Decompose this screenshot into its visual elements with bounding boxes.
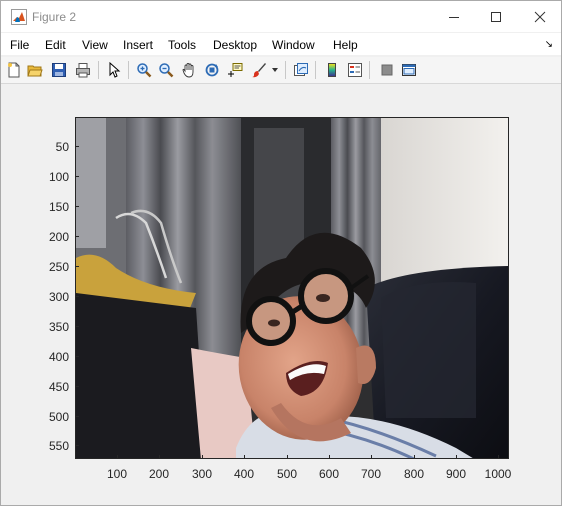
toolbar-separator xyxy=(128,61,129,79)
pan-hand-icon[interactable] xyxy=(179,60,199,80)
y-tick-mark xyxy=(75,445,79,446)
menu-edit[interactable]: Edit xyxy=(45,38,66,52)
data-cursor-icon[interactable] xyxy=(225,60,245,80)
y-tick-mark xyxy=(75,296,79,297)
title-bar[interactable]: Figure 2 xyxy=(1,1,561,32)
x-tick-label: 200 xyxy=(148,467,170,481)
x-tick-label: 500 xyxy=(276,467,298,481)
x-tick-label: 100 xyxy=(106,467,128,481)
y-tick-mark xyxy=(75,206,79,207)
x-tick-label: 400 xyxy=(233,467,255,481)
menu-file[interactable]: File xyxy=(10,38,29,52)
y-tick-label: 300 xyxy=(48,290,69,304)
maximize-button[interactable] xyxy=(473,1,519,32)
y-tick-label: 100 xyxy=(48,170,69,184)
figure-window: Figure 2 File Edit View Insert Tools Des… xyxy=(0,0,562,506)
y-tick-mark xyxy=(75,266,79,267)
y-tick-label: 250 xyxy=(48,260,69,274)
y-tick-label: 50 xyxy=(55,140,69,154)
x-tick-label: 700 xyxy=(360,467,382,481)
menu-dock-arrow-icon[interactable]: ↘ xyxy=(545,39,553,50)
y-tick-label: 450 xyxy=(48,380,69,394)
save-icon[interactable] xyxy=(49,60,69,80)
x-tick-mark xyxy=(287,455,288,459)
x-tick-mark xyxy=(202,455,203,459)
zoom-in-icon[interactable] xyxy=(134,60,154,80)
y-tick-mark xyxy=(75,146,79,147)
y-tick-mark xyxy=(75,236,79,237)
toolbar-separator xyxy=(98,61,99,79)
x-tick-label: 600 xyxy=(318,467,340,481)
menu-bar: File Edit View Insert Tools Desktop Wind… xyxy=(1,33,561,55)
show-plot-tools-icon[interactable] xyxy=(399,60,419,80)
y-tick-mark xyxy=(75,176,79,177)
menu-window[interactable]: Window xyxy=(272,38,315,52)
figure-toolbar xyxy=(1,57,561,84)
x-tick-mark xyxy=(159,455,160,459)
webcam-image xyxy=(76,118,508,458)
maximize-icon xyxy=(491,11,501,22)
zoom-out-icon[interactable] xyxy=(156,60,176,80)
x-tick-mark xyxy=(117,455,118,459)
x-tick-label: 900 xyxy=(445,467,467,481)
window-title: Figure 2 xyxy=(32,10,77,24)
brush-dropdown-icon[interactable] xyxy=(269,60,281,80)
image-axes[interactable] xyxy=(75,117,509,459)
toolbar-separator xyxy=(285,61,286,79)
toolbar-separator xyxy=(369,61,370,79)
legend-icon[interactable] xyxy=(345,60,365,80)
menu-insert[interactable]: Insert xyxy=(123,38,153,52)
x-tick-mark xyxy=(329,455,330,459)
open-file-icon[interactable] xyxy=(25,60,45,80)
y-tick-label: 350 xyxy=(48,320,69,334)
matlab-app-icon xyxy=(11,9,27,25)
close-button[interactable] xyxy=(517,1,562,32)
print-icon[interactable] xyxy=(73,60,93,80)
x-tick-mark xyxy=(456,455,457,459)
y-tick-mark xyxy=(75,386,79,387)
x-tick-mark xyxy=(414,455,415,459)
menu-view[interactable]: View xyxy=(82,38,108,52)
toolbar-separator xyxy=(315,61,316,79)
rotate-3d-icon[interactable] xyxy=(202,60,222,80)
brush-icon[interactable] xyxy=(249,60,269,80)
x-tick-mark xyxy=(244,455,245,459)
y-tick-mark xyxy=(75,326,79,327)
new-figure-icon[interactable] xyxy=(4,60,24,80)
minimize-button[interactable] xyxy=(431,1,477,32)
menu-desktop[interactable]: Desktop xyxy=(213,38,257,52)
close-icon xyxy=(534,11,546,22)
edit-plot-arrow-icon[interactable] xyxy=(104,60,124,80)
colorbar-icon[interactable] xyxy=(322,60,342,80)
menu-help[interactable]: Help xyxy=(333,38,358,52)
x-tick-label: 800 xyxy=(403,467,425,481)
x-tick-mark xyxy=(371,455,372,459)
y-tick-label: 400 xyxy=(48,350,69,364)
hide-plot-tools-icon[interactable] xyxy=(377,60,397,80)
x-tick-mark xyxy=(498,455,499,459)
link-plot-icon[interactable] xyxy=(291,60,311,80)
menu-tools[interactable]: Tools xyxy=(168,38,196,52)
x-tick-label: 300 xyxy=(191,467,213,481)
y-tick-label: 550 xyxy=(48,439,69,453)
minimize-icon xyxy=(449,16,459,18)
y-tick-label: 200 xyxy=(48,230,69,244)
y-tick-label: 500 xyxy=(48,410,69,424)
y-tick-mark xyxy=(75,416,79,417)
y-tick-mark xyxy=(75,356,79,357)
x-tick-label: 1000 xyxy=(484,467,512,481)
y-tick-label: 150 xyxy=(48,200,69,214)
